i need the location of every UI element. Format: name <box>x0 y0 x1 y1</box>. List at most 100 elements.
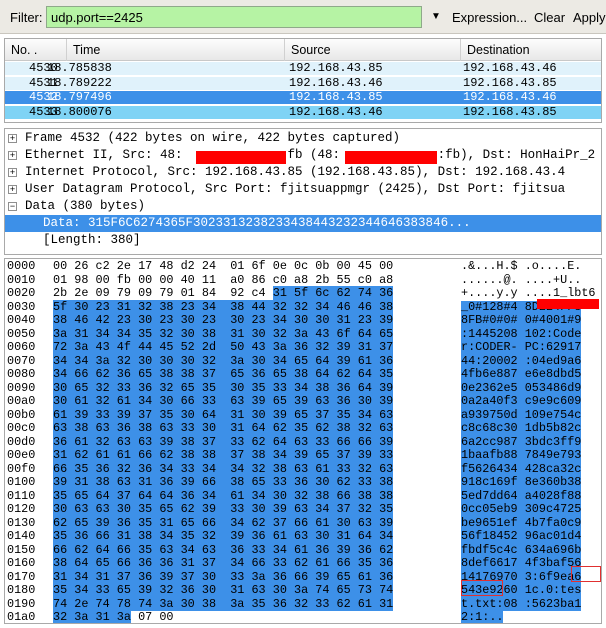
detail-row[interactable]: − Data (380 bytes) <box>5 198 601 215</box>
hex-byte: 30 <box>159 353 174 368</box>
detail-row[interactable]: + Internet Protocol, Src: 192.168.43.85 (… <box>5 164 601 181</box>
bytes-row[interactable]: 0020 2b 2e 09 79 09 79 01 84 92 c4 31 5f … <box>5 286 601 301</box>
hex-byte: 63 <box>379 461 394 476</box>
expand-icon[interactable]: + <box>8 151 17 160</box>
hex-byte: 33 <box>201 394 217 408</box>
data-field-row[interactable]: Data: 315F6C6274365F30233132382334384432… <box>5 215 601 232</box>
hex-byte: 78 <box>116 596 131 611</box>
expand-icon[interactable]: + <box>8 134 17 143</box>
hex-byte: 33 <box>315 434 330 449</box>
bytes-row[interactable]: 0100 39 31 38 63 31 36 39 66 38 65 33 36 … <box>5 475 601 490</box>
bytes-row[interactable]: 0080 34 66 62 36 65 38 38 37 65 36 65 38 … <box>5 367 601 382</box>
bytes-row[interactable]: 0190 74 2e 74 78 74 3a 30 38 3a 35 36 32 … <box>5 596 601 611</box>
bytes-ascii: 1baafb88 7849e793 <box>461 448 582 463</box>
hex-byte: 65 <box>74 380 89 395</box>
bytes-row[interactable]: 00c0 63 38 63 36 38 63 33 30 31 64 62 35 … <box>5 421 601 436</box>
bytes-row[interactable]: 0050 3a 31 34 34 35 32 30 38 31 30 32 3a … <box>5 326 601 341</box>
column-header-destination[interactable]: Destination <box>461 39 601 61</box>
filter-input[interactable]: udp.port==2425 <box>46 6 422 28</box>
hex-byte: 26 <box>74 259 89 273</box>
hex-byte: 00 <box>379 259 394 273</box>
hex-byte: 61 <box>357 569 372 584</box>
hex-byte: 35 <box>53 583 68 597</box>
bytes-row[interactable]: 00d0 36 61 32 63 63 39 38 37 33 62 64 63 … <box>5 434 601 449</box>
hex-byte: 36 <box>379 286 394 300</box>
hex-byte: 36 <box>379 353 394 368</box>
bytes-row[interactable]: 00a0 30 61 32 61 34 30 66 33 63 39 65 39 … <box>5 394 601 409</box>
hex-byte: 35 <box>138 502 153 516</box>
hex-byte: 62 <box>336 596 351 611</box>
hex-byte: 74 <box>357 286 372 300</box>
hex-byte: 64 <box>357 326 372 341</box>
hex-byte: 09 <box>95 286 110 300</box>
bytes-row[interactable]: 00f0 66 35 36 32 36 34 33 34 34 32 38 63 … <box>5 461 601 476</box>
bytes-row[interactable]: 0130 62 65 39 36 35 31 65 66 34 62 37 66 … <box>5 515 601 530</box>
bytes-row[interactable]: 0120 30 63 63 30 35 65 62 39 33 30 39 63 … <box>5 502 601 517</box>
hex-byte: 34 <box>357 407 372 422</box>
hex-byte: 33 <box>272 475 287 489</box>
hex-byte: 34 <box>138 394 153 408</box>
bytes-row[interactable]: 0060 72 3a 43 4f 44 45 52 2d 50 43 3a 36 … <box>5 340 601 355</box>
bytes-offset: 0010 <box>7 272 36 287</box>
hex-byte: 30 <box>53 502 68 516</box>
packet-row[interactable]: 4531 18.789222 192.168.43.46 192.168.43.85 <box>5 75 601 90</box>
bytes-offset: 0070 <box>7 353 36 368</box>
packet-row[interactable]: 4533 18.800076 192.168.43.46 192.168.43.85 <box>5 105 601 119</box>
hex-byte: 00 <box>159 610 174 624</box>
bytes-row[interactable]: 0000 00 26 c2 2e 17 48 d2 24 01 6f 0e 0c … <box>5 259 601 274</box>
hex-byte: 17 <box>138 259 153 273</box>
packet-cell-source: 192.168.43.46 <box>289 75 383 90</box>
hex-byte: 35 <box>294 421 309 435</box>
length-field-row[interactable]: [Length: 380] <box>5 232 601 249</box>
bytes-hex: 35 34 33 65 39 32 36 30 31 63 30 3a 74 6… <box>53 583 394 598</box>
bytes-hex: 72 3a 43 4f 44 45 52 2d 50 43 3a 36 32 3… <box>53 340 394 355</box>
bytes-row[interactable]: 01a0 32 3a 31 3a 07 00 2:1:.. <box>5 610 601 624</box>
hex-byte: 33 <box>230 434 245 449</box>
hex-byte: 65 <box>159 502 174 516</box>
hex-byte: 2e <box>116 259 131 273</box>
expand-icon[interactable]: + <box>8 185 17 194</box>
detail-row[interactable]: + User Datagram Protocol, Src Port: fjits… <box>5 181 601 198</box>
bytes-row[interactable]: 0030 5f 30 23 31 32 38 23 34 38 44 32 32 … <box>5 299 601 314</box>
column-header-time[interactable]: Time <box>67 39 285 61</box>
bytes-row[interactable]: 0140 35 36 66 31 38 34 35 32 39 36 61 63 … <box>5 529 601 544</box>
bytes-row[interactable]: 0040 38 46 42 23 30 23 30 23 30 23 34 30 … <box>5 313 601 328</box>
chevron-down-icon[interactable]: ▼ <box>428 8 444 26</box>
hex-byte: 63 <box>138 434 153 449</box>
hex-byte: 30 <box>251 407 266 422</box>
packet-row[interactable]: 4530 18.785838 192.168.43.85 192.168.43.46 <box>5 62 601 75</box>
bytes-row[interactable]: 0160 38 64 65 66 36 36 31 37 34 66 33 62 … <box>5 556 601 571</box>
collapse-icon[interactable]: − <box>8 202 17 211</box>
clear-button[interactable]: Clear <box>534 10 565 25</box>
bytes-offset: 0030 <box>7 299 36 314</box>
bytes-row[interactable]: 0070 34 34 3a 32 30 30 30 32 3a 30 34 65 … <box>5 353 601 368</box>
expression-button[interactable]: Expression... <box>452 10 527 25</box>
hex-byte: 39 <box>74 407 89 422</box>
bytes-row[interactable]: 0090 30 65 32 33 36 32 65 35 30 35 33 34 … <box>5 380 601 395</box>
packet-row[interactable]: 4532 18.797496 192.168.43.85 192.168.43.46 <box>5 91 601 104</box>
hex-byte: 36 <box>180 583 195 597</box>
packet-details-pane: + Frame 4532 (422 bytes on wire, 422 byte… <box>4 128 602 255</box>
bytes-row[interactable]: 0010 01 98 00 fb 00 00 40 11 a0 86 c0 a8 … <box>5 272 601 288</box>
bytes-offset: 0150 <box>7 542 36 557</box>
hex-byte: 31 <box>116 529 131 543</box>
hex-byte: 37 <box>201 367 217 381</box>
expand-icon[interactable]: + <box>8 168 17 177</box>
column-header-source[interactable]: Source <box>285 39 461 61</box>
bytes-row[interactable]: 0180 35 34 33 65 39 32 36 30 31 63 30 3a … <box>5 583 601 598</box>
bytes-row[interactable]: 0150 66 62 64 66 35 63 34 63 36 33 34 61 … <box>5 542 601 557</box>
hex-byte: 3a <box>74 340 89 354</box>
detail-row[interactable]: + Frame 4532 (422 bytes on wire, 422 byte… <box>5 130 601 147</box>
hex-byte: 31 <box>180 556 195 570</box>
hex-byte: 38 <box>201 596 217 611</box>
hex-byte: 0e <box>272 259 287 273</box>
apply-button[interactable]: Apply <box>573 10 606 25</box>
column-header-no[interactable]: No. . <box>5 39 67 61</box>
bytes-row[interactable]: 0110 35 65 64 37 64 64 36 34 61 34 30 32 … <box>5 488 601 503</box>
bytes-row[interactable]: 0170 31 34 31 37 36 39 37 30 33 3a 36 66 … <box>5 569 601 584</box>
bytes-row[interactable]: 00e0 31 62 61 61 66 62 38 38 37 38 34 39 … <box>5 448 601 463</box>
hex-byte: 36 <box>294 475 309 489</box>
bytes-row[interactable]: 00b0 61 39 33 39 37 35 30 64 31 30 39 65 … <box>5 407 601 422</box>
detail-row[interactable]: + Ethernet II, Src: 48: :fb (48: :fb), Ds… <box>5 147 601 164</box>
bytes-offset: 0090 <box>7 380 36 395</box>
